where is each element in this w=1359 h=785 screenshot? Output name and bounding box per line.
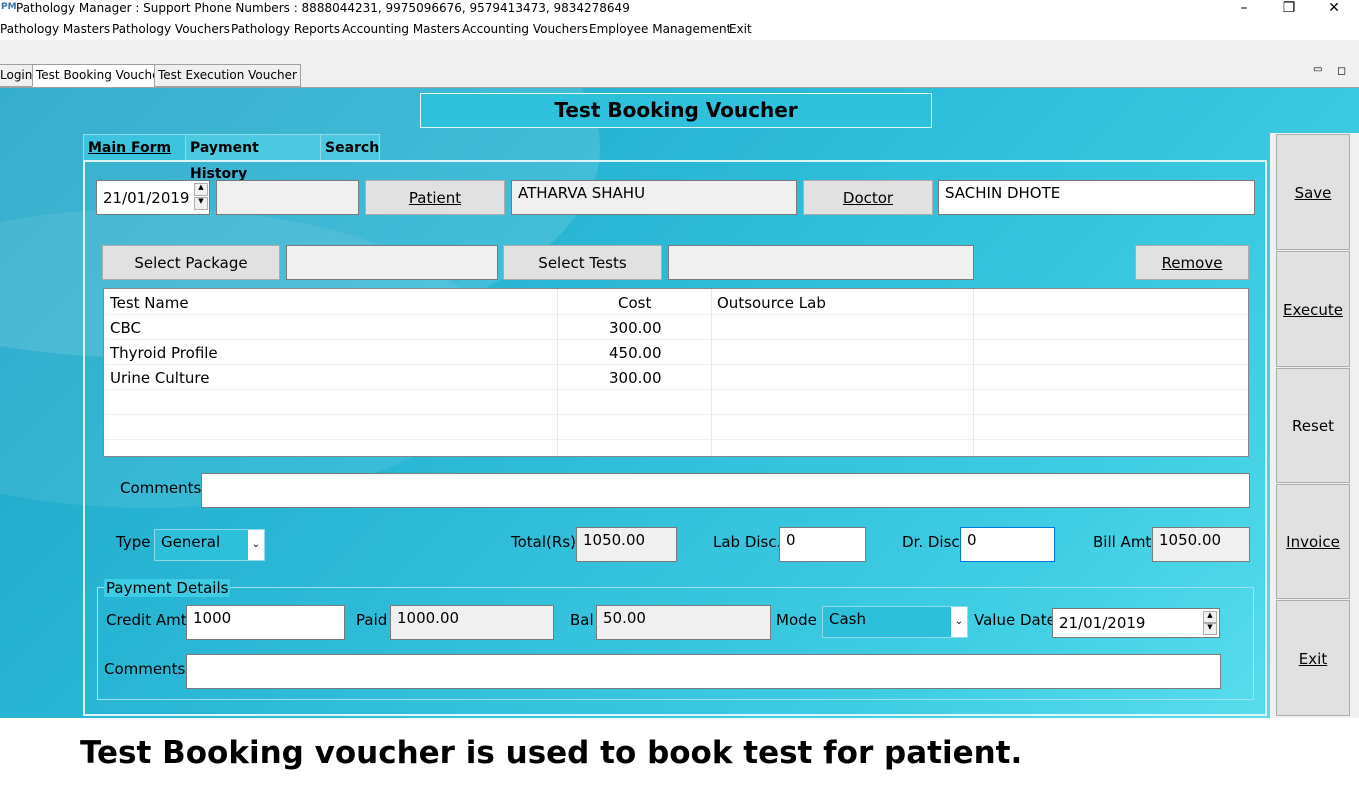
row-3-cost[interactable]: 300.00 <box>609 369 662 387</box>
menu-accounting-vouchers[interactable]: Accounting Vouchers <box>462 22 588 36</box>
bill-amt-field[interactable]: 1050.00 <box>1152 527 1250 562</box>
patient-button[interactable]: Patient <box>365 180 505 215</box>
toolbar-band <box>0 40 1359 62</box>
app-logo-icon: PM <box>1 2 17 12</box>
row-1-test-name[interactable]: CBC <box>110 319 141 337</box>
window-title: Pathology Manager : Support Phone Number… <box>16 1 630 15</box>
column-header-cost[interactable]: Cost <box>618 294 651 312</box>
bal-label: Bal <box>570 611 594 629</box>
menu-pathology-vouchers[interactable]: Pathology Vouchers <box>112 22 230 36</box>
invoice-button[interactable]: Invoice <box>1276 484 1350 599</box>
remove-button-label: Remove <box>1161 254 1223 272</box>
caption-text: Test Booking voucher is used to book tes… <box>80 735 1023 771</box>
doctor-button-label: Doctor <box>842 189 894 207</box>
chevron-down-icon[interactable]: ⌄ <box>248 530 264 560</box>
paid-label: Paid <box>356 611 388 629</box>
doctor-name-field[interactable]: SACHIN DHOTE <box>938 180 1255 215</box>
dr-disc-label: Dr. Disc <box>902 533 960 551</box>
payment-comments-label: Comments <box>104 660 186 678</box>
mdi-minimize-icon[interactable]: ▭ <box>1313 64 1322 75</box>
menu-employee-management[interactable]: Employee Management <box>589 22 731 36</box>
tab-test-booking-voucher[interactable]: Test Booking Voucher <box>32 64 169 87</box>
date-up-icon[interactable]: ▲ <box>194 183 208 196</box>
title-bar: PM Pathology Manager : Support Phone Num… <box>0 0 1359 18</box>
execute-button-label: Execute <box>1283 301 1343 319</box>
lab-disc-label: Lab Disc. <box>713 533 782 551</box>
row-2-cost[interactable]: 450.00 <box>609 344 662 362</box>
patient-code-field[interactable] <box>216 180 359 215</box>
type-label: Type <box>116 533 151 551</box>
document-tabs: Login Test Booking Voucher Test Executio… <box>0 62 1359 88</box>
doctor-button[interactable]: Doctor <box>803 180 933 215</box>
invoice-button-label: Invoice <box>1286 533 1340 551</box>
patient-button-label: Patient <box>408 189 462 207</box>
total-label: Total(Rs) <box>511 533 576 551</box>
row-1-cost[interactable]: 300.00 <box>609 319 662 337</box>
value-date-label: Value Date <box>974 611 1056 629</box>
value-date-value: 21/01/2019 <box>1059 614 1146 632</box>
row-3-test-name[interactable]: Urine Culture <box>110 369 209 387</box>
type-dropdown-value: General <box>161 533 221 551</box>
maximize-button[interactable]: ❐ <box>1269 0 1309 18</box>
credit-amt-label: Credit Amt <box>106 611 187 629</box>
reset-button[interactable]: Reset <box>1276 368 1350 483</box>
payment-comments-input[interactable] <box>186 654 1221 689</box>
payment-details-label: Payment Details <box>104 579 231 597</box>
exit-button-label: Exit <box>1298 650 1328 668</box>
bill-amt-label: Bill Amt <box>1093 533 1152 551</box>
tab-main-form[interactable]: Main Form <box>83 134 189 161</box>
tab-payment-history[interactable]: Payment History <box>185 134 323 182</box>
tab-search[interactable]: Search <box>320 134 380 161</box>
value-date-up-icon[interactable]: ▲ <box>1203 611 1217 623</box>
column-header-outsource-lab[interactable]: Outsource Lab <box>717 294 826 312</box>
value-date-picker[interactable]: 21/01/2019 <box>1052 608 1220 638</box>
select-tests-button[interactable]: Select Tests <box>503 245 662 280</box>
mdi-restore-icon[interactable]: ◻ <box>1337 64 1346 77</box>
tab-main-form-label: Main Form <box>88 140 172 156</box>
package-field[interactable] <box>286 245 498 280</box>
close-button[interactable]: ✕ <box>1314 0 1354 18</box>
remove-button[interactable]: Remove <box>1135 245 1249 280</box>
patient-name-field[interactable]: ATHARVA SHAHU <box>511 180 797 215</box>
column-header-test-name[interactable]: Test Name <box>110 294 189 312</box>
comments-label: Comments <box>120 479 202 497</box>
menu-pathology-masters[interactable]: Pathology Masters <box>0 22 110 36</box>
menu-bar: Pathology Masters Pathology Vouchers Pat… <box>0 18 1359 40</box>
menu-pathology-reports[interactable]: Pathology Reports <box>231 22 340 36</box>
form-title: Test Booking Voucher <box>420 93 932 128</box>
mode-dropdown[interactable]: Cash ⌄ <box>822 606 968 638</box>
date-down-icon[interactable]: ▼ <box>194 197 208 210</box>
menu-exit[interactable]: Exit <box>729 22 752 36</box>
tab-test-execution-voucher[interactable]: Test Execution Voucher <box>154 64 301 87</box>
tests-grid[interactable]: Test Name Cost Outsource Lab CBC 300.00 … <box>103 288 1249 457</box>
paid-field[interactable]: 1000.00 <box>390 605 554 640</box>
exit-button[interactable]: Exit <box>1276 600 1350 716</box>
booking-date-value: 21/01/2019 <box>103 189 190 207</box>
menu-accounting-masters[interactable]: Accounting Masters <box>342 22 460 36</box>
type-dropdown[interactable]: General ⌄ <box>154 529 265 561</box>
mode-dropdown-value: Cash <box>829 610 866 628</box>
execute-button[interactable]: Execute <box>1276 251 1350 367</box>
tab-search-label: Search <box>325 140 380 156</box>
tests-field[interactable] <box>668 245 974 280</box>
booking-date-picker[interactable]: 21/01/2019 <box>96 180 210 215</box>
tab-login[interactable]: Login <box>0 64 37 87</box>
bal-field[interactable]: 50.00 <box>596 605 771 640</box>
save-button[interactable]: Save <box>1276 134 1350 250</box>
lab-disc-input[interactable]: 0 <box>779 527 866 562</box>
mode-label: Mode <box>776 611 817 629</box>
select-package-button[interactable]: Select Package <box>102 245 280 280</box>
row-2-test-name[interactable]: Thyroid Profile <box>110 344 218 362</box>
chevron-down-icon[interactable]: ⌄ <box>951 607 967 637</box>
total-field[interactable]: 1050.00 <box>576 527 677 562</box>
value-date-down-icon[interactable]: ▼ <box>1203 623 1217 635</box>
dr-disc-input[interactable]: 0 <box>960 527 1055 562</box>
comments-input[interactable] <box>201 473 1250 508</box>
minimize-button[interactable]: – <box>1224 0 1264 18</box>
reset-button-label: Reset <box>1292 417 1334 435</box>
save-button-label: Save <box>1294 184 1332 202</box>
credit-amt-input[interactable]: 1000 <box>186 605 345 640</box>
